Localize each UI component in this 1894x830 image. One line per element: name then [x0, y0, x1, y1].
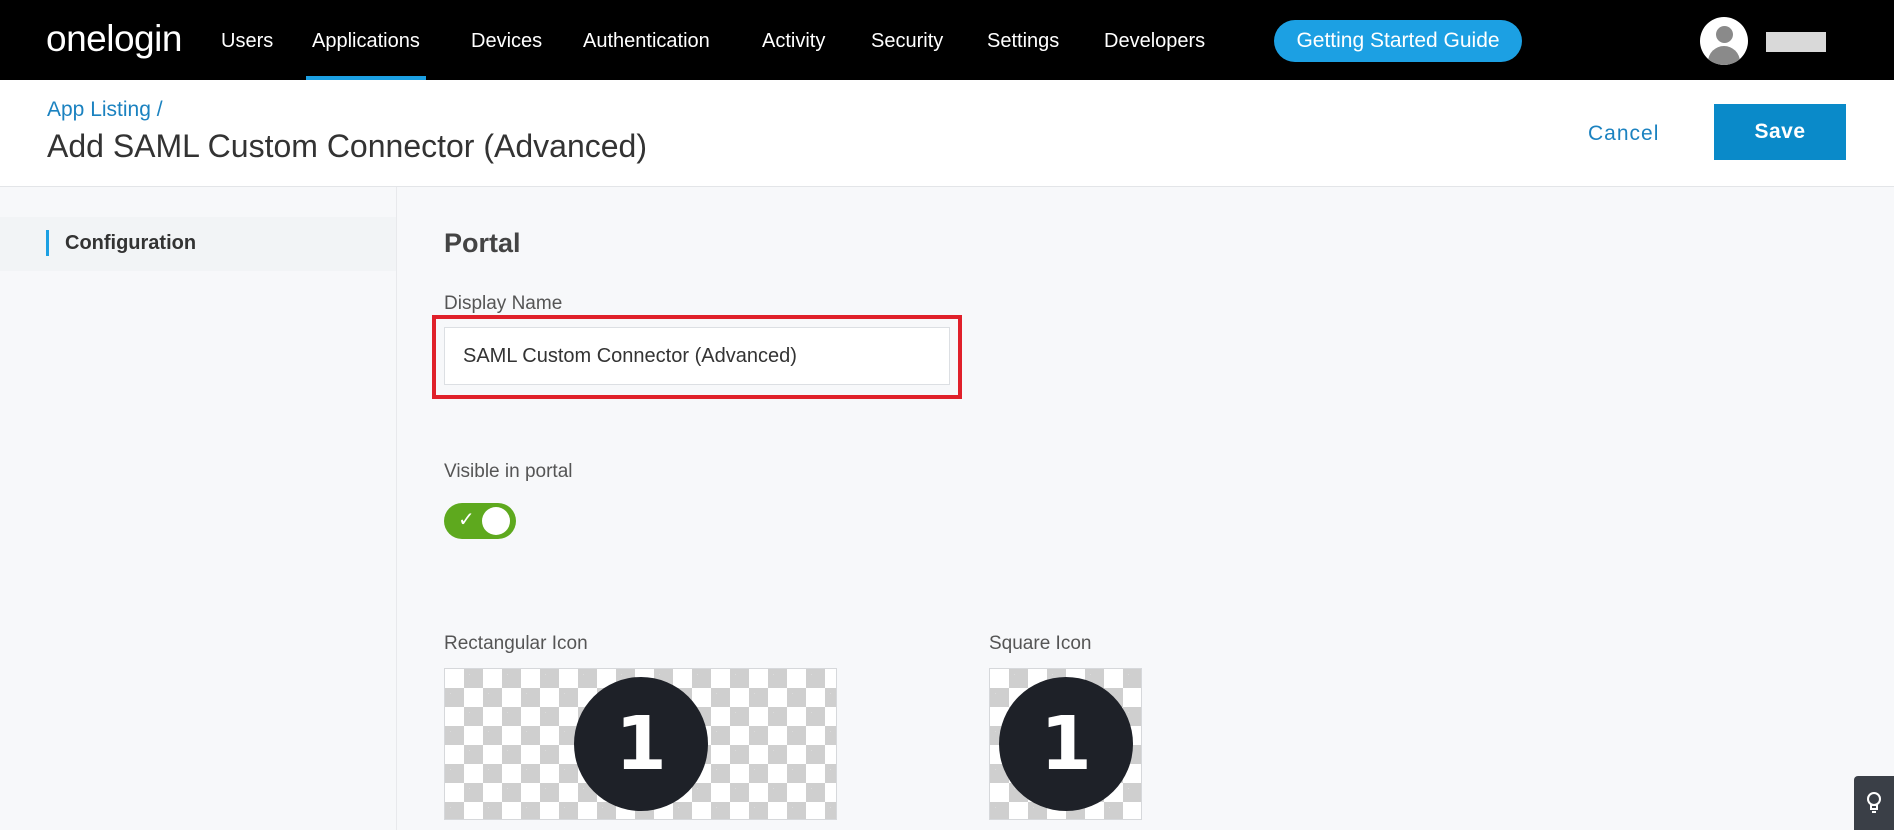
help-tab[interactable] [1854, 776, 1894, 830]
top-nav: onelogin Users Applications Devices Auth… [0, 0, 1894, 80]
check-icon: ✓ [458, 509, 475, 531]
save-button[interactable]: Save [1714, 104, 1846, 160]
page-header: App Listing / Add SAML Custom Connector … [0, 80, 1894, 187]
nav-security[interactable]: Security [871, 0, 943, 80]
nav-users[interactable]: Users [221, 0, 273, 80]
breadcrumb-app-listing[interactable]: App Listing / [47, 98, 163, 122]
avatar-head [1716, 26, 1733, 43]
sidebar-item-configuration[interactable]: Configuration [0, 217, 396, 271]
active-indicator [46, 230, 49, 256]
rectangular-icon-upload[interactable]: 1 [444, 668, 837, 820]
cancel-button[interactable]: Cancel [1588, 122, 1659, 146]
toggle-knob [482, 507, 510, 535]
sidebar: Configuration [0, 187, 397, 830]
user-avatar-icon[interactable] [1700, 17, 1748, 65]
nav-activity[interactable]: Activity [762, 0, 825, 80]
app-logo-icon: 1 [999, 677, 1133, 811]
page-title: Add SAML Custom Connector (Advanced) [47, 128, 647, 164]
sidebar-item-label: Configuration [65, 232, 197, 254]
square-icon-upload[interactable]: 1 [989, 668, 1142, 820]
nav-devices[interactable]: Devices [471, 0, 542, 80]
onelogin-logo[interactable]: onelogin [46, 18, 182, 60]
square-icon-label: Square Icon [989, 633, 1092, 654]
nav-applications[interactable]: Applications [306, 0, 426, 80]
app-logo-icon: 1 [574, 677, 708, 811]
nav-settings[interactable]: Settings [987, 0, 1059, 80]
lightbulb-icon [1867, 792, 1881, 813]
display-name-input[interactable] [444, 327, 950, 385]
rectangular-icon-label: Rectangular Icon [444, 633, 588, 654]
visible-in-portal-toggle[interactable]: ✓ [444, 503, 516, 539]
username-redacted[interactable] [1766, 32, 1826, 52]
display-name-label: Display Name [444, 293, 563, 314]
section-title-portal: Portal [444, 228, 521, 258]
nav-developers[interactable]: Developers [1104, 0, 1205, 80]
avatar-body [1708, 46, 1740, 65]
getting-started-guide-button[interactable]: Getting Started Guide [1274, 20, 1522, 62]
visible-in-portal-label: Visible in portal [444, 461, 573, 482]
nav-authentication[interactable]: Authentication [583, 0, 710, 80]
